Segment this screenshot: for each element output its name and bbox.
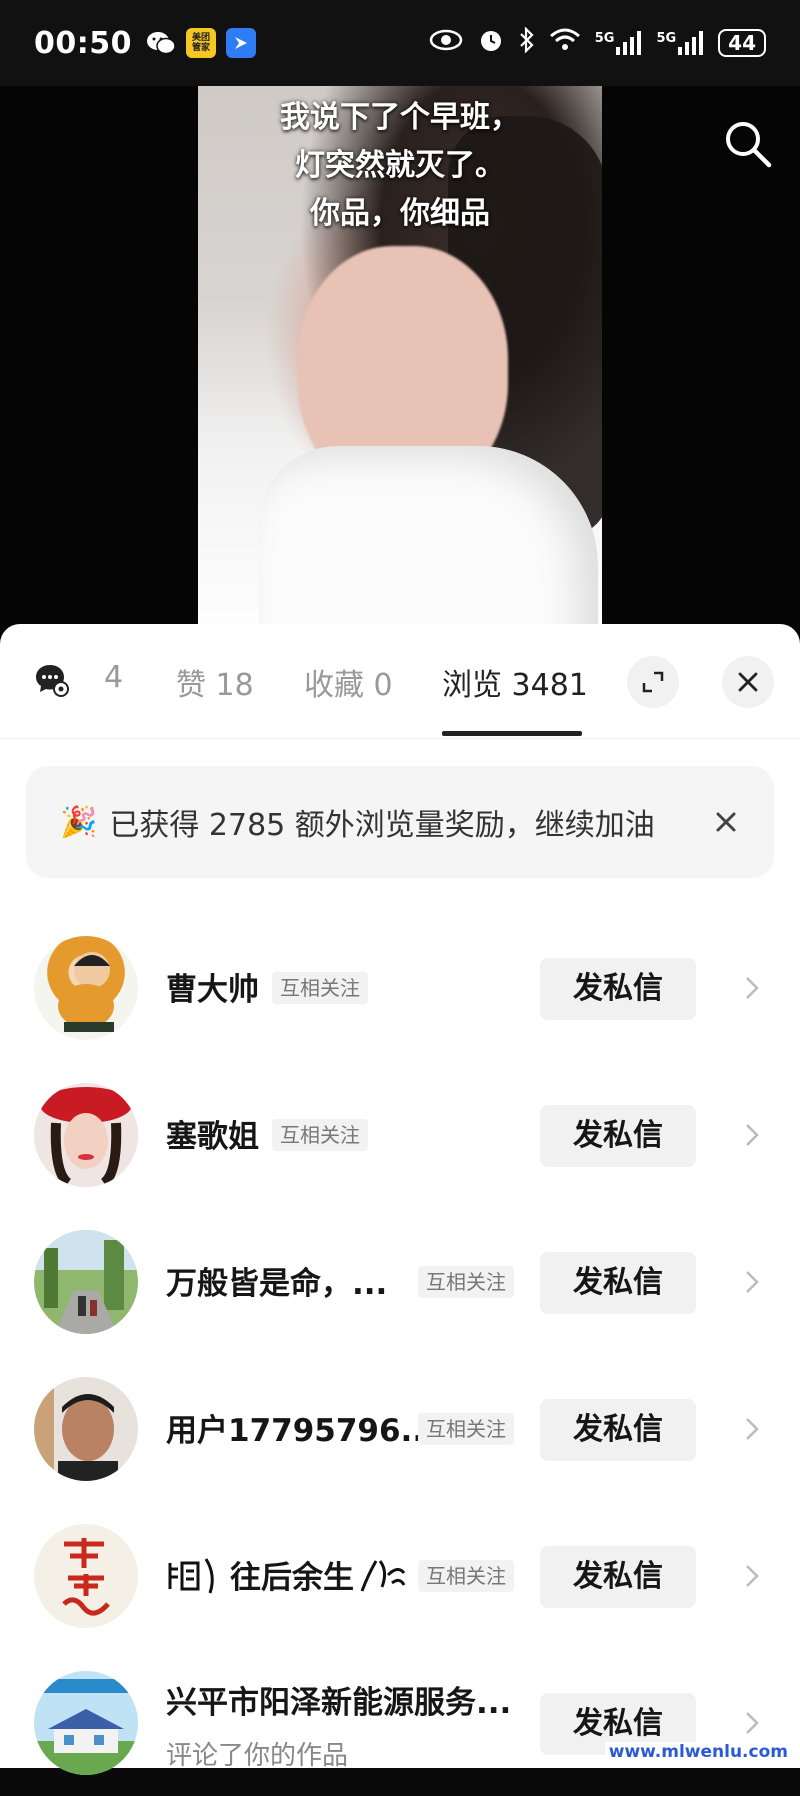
list-item[interactable]: 用户17795796... 互相关注 发私信 [0, 1355, 800, 1502]
send-message-button[interactable]: 发私信 [540, 1252, 696, 1314]
network-type-label: 5G [656, 31, 676, 46]
tab-likes[interactable]: 赞 18 [176, 660, 254, 704]
chevron-right-icon[interactable] [742, 974, 762, 1002]
search-button[interactable] [720, 116, 776, 172]
system-status-icons: 5G 5G 44 [429, 26, 766, 60]
avatar[interactable] [34, 1230, 138, 1334]
eye-icon [429, 29, 463, 57]
avatar[interactable] [34, 1524, 138, 1628]
avatar[interactable] [34, 936, 138, 1040]
send-message-button[interactable]: 发私信 [540, 1105, 696, 1167]
status-time: 00:50 [34, 26, 132, 61]
video-figure-shirt [258, 446, 598, 646]
expand-button[interactable] [627, 656, 679, 708]
tab-views[interactable]: 浏览 3481 [442, 660, 588, 704]
close-icon [715, 811, 737, 833]
mutual-follow-badge: 互相关注 [272, 972, 368, 1004]
close-icon [737, 671, 759, 693]
user-name[interactable]: 兴平市阳泽新能源服务... [166, 1677, 511, 1722]
status-bar: 00:50 美团 管家 5G 5G 44 [0, 0, 800, 86]
user-name[interactable]: 曹大帅 [166, 964, 259, 1009]
reward-banner: 🎉 已获得 2785 额外浏览量奖励，继续加油 [26, 766, 774, 878]
send-message-button[interactable]: 发私信 [540, 1399, 696, 1461]
mutual-follow-badge: 互相关注 [418, 1413, 514, 1445]
signal-icon-2: 5G [656, 31, 704, 55]
bluetooth-icon [519, 27, 535, 59]
user-name[interactable]: 用户17795796... [166, 1405, 436, 1450]
chevron-right-icon[interactable] [742, 1415, 762, 1443]
activity-text: 评论了你的作品 [166, 1735, 348, 1772]
chevron-right-icon[interactable] [742, 1268, 762, 1296]
send-message-button[interactable]: 发私信 [540, 1546, 696, 1608]
tab-bar: 4 赞 18 收藏 0 浏览 3481 [0, 624, 800, 739]
list-item[interactable]: 兴平市阳泽新能源服务... 评论了你的作品 发私信 [0, 1649, 800, 1796]
mutual-follow-badge: 互相关注 [418, 1560, 514, 1592]
decorative-glyph-icon [166, 1555, 226, 1595]
caption-line: 你品，你细品 [198, 190, 602, 238]
avatar[interactable] [34, 1083, 138, 1187]
mutual-follow-badge: 互相关注 [272, 1119, 368, 1151]
mutual-follow-badge: 互相关注 [418, 1266, 514, 1298]
avatar[interactable] [34, 1377, 138, 1481]
list-item[interactable]: 往后余生 互相关注 发私信 [0, 1502, 800, 1649]
network-type-label: 5G [595, 31, 615, 46]
expand-icon [641, 670, 665, 694]
user-name[interactable]: 万般皆是命，... [166, 1258, 387, 1303]
party-popper-icon: 🎉 [60, 805, 97, 840]
alarm-icon [477, 26, 505, 60]
wechat-icon [146, 28, 176, 58]
list-item[interactable]: 曹大帅 互相关注 发私信 [0, 914, 800, 1061]
user-name-text: 往后余生 [230, 1552, 354, 1597]
user-name[interactable]: 塞歌姐 [166, 1111, 259, 1156]
caption-line: 灯突然就灭了。 [198, 142, 602, 190]
feishu-app-icon [226, 28, 256, 58]
decorative-glyph-icon [358, 1555, 408, 1595]
avatar[interactable] [34, 1671, 138, 1775]
user-name[interactable]: 往后余生 [166, 1552, 408, 1597]
tab-comments[interactable]: 4 [104, 660, 123, 695]
list-item[interactable]: 万般皆是命，... 互相关注 发私信 [0, 1208, 800, 1355]
reward-close-button[interactable] [712, 808, 740, 836]
signal-icon-1: 5G [595, 31, 643, 55]
caption-line: 我说下了个早班， [198, 94, 602, 142]
close-sheet-button[interactable] [722, 656, 774, 708]
interaction-sheet: 4 赞 18 收藏 0 浏览 3481 🎉 已获得 2785 额外浏览量奖励，继… [0, 624, 800, 1768]
watermark: www.mlwenlu.com [605, 1742, 792, 1762]
video-frame[interactable]: 我说下了个早班， 灯突然就灭了。 你品，你细品 [198, 86, 602, 646]
wifi-icon [549, 28, 581, 58]
chevron-right-icon[interactable] [742, 1121, 762, 1149]
reward-text: 已获得 2785 额外浏览量奖励，继续加油 [109, 800, 654, 844]
notification-icons: 美团 管家 [146, 28, 256, 58]
video-caption: 我说下了个早班， 灯突然就灭了。 你品，你细品 [198, 94, 602, 238]
chevron-right-icon[interactable] [742, 1562, 762, 1590]
chevron-right-icon[interactable] [742, 1709, 762, 1737]
list-item[interactable]: 塞歌姐 互相关注 发私信 [0, 1061, 800, 1208]
viewer-list: 曹大帅 互相关注 发私信 塞歌姐 互相关注 发私信 万般皆是命，... 互相关注… [0, 914, 800, 1796]
send-message-button[interactable]: 发私信 [540, 958, 696, 1020]
active-tab-indicator [442, 731, 582, 736]
video-player[interactable]: 我说下了个早班， 灯突然就灭了。 你品，你细品 [0, 86, 800, 646]
meituan-app-icon: 美团 管家 [186, 28, 216, 58]
tab-favorites[interactable]: 收藏 0 [304, 660, 393, 704]
comment-settings-icon[interactable] [34, 662, 70, 698]
search-icon [723, 119, 773, 169]
battery-indicator: 44 [718, 29, 766, 57]
